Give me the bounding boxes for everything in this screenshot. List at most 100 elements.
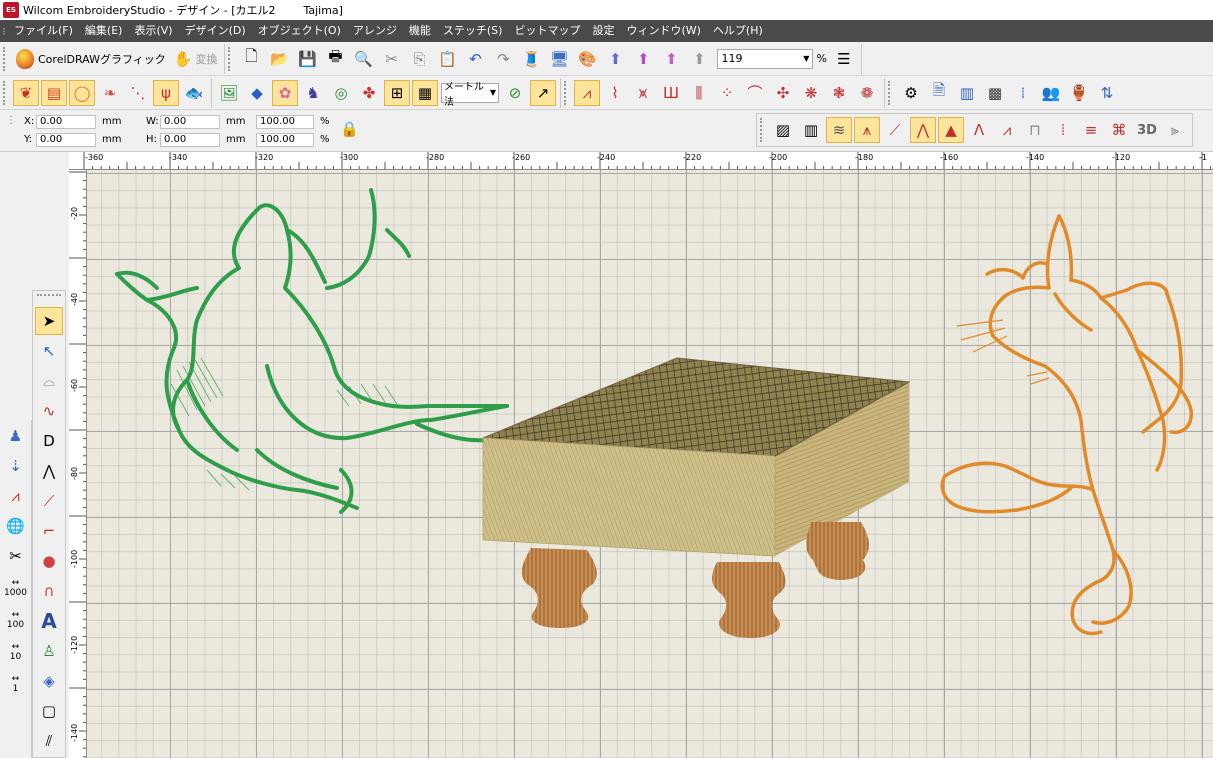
tool-globe-icon[interactable]: 🌐 <box>2 512 30 540</box>
peak-icon[interactable]: Λ <box>966 117 992 143</box>
menu-file[interactable]: ファイル(F) <box>8 20 79 42</box>
notes-icon[interactable]: 🗎 <box>926 80 952 106</box>
node-icon[interactable]: ⋀ <box>35 457 63 485</box>
copy-icon[interactable]: ⎘ <box>406 46 432 72</box>
dots-icon[interactable]: ⁘ <box>714 80 740 106</box>
polyline-icon[interactable]: ⌐ <box>35 517 63 545</box>
cut-icon[interactable]: ✂ <box>378 46 404 72</box>
ring-icon[interactable]: ◎ <box>328 80 354 106</box>
people-icon[interactable]: 👥 <box>1038 80 1064 106</box>
zoom-input[interactable]: 119 ▼ <box>717 48 814 69</box>
send-machine-icon[interactable]: 🖥 <box>546 46 572 72</box>
lines-icon[interactable]: ≡ <box>1078 117 1104 143</box>
rabbit-embroidery[interactable] <box>940 214 1193 636</box>
column-pattern-icon[interactable]: ▥ <box>798 117 824 143</box>
fork-icon[interactable]: ψ <box>153 79 179 106</box>
menu-object[interactable]: オブジェクト(O) <box>252 20 347 42</box>
menu-view[interactable]: 表示(V) <box>128 20 178 42</box>
tool-people-icon[interactable]: ♟ <box>2 422 30 450</box>
select-dropdown-icon[interactable]: ▼ <box>490 88 496 97</box>
colors-icon[interactable]: ✤ <box>356 80 382 106</box>
save-icon[interactable]: 💾 <box>294 46 320 72</box>
reshape-icon[interactable]: ↖ <box>35 337 63 365</box>
satin-icon[interactable]: ⩘ <box>574 79 600 106</box>
auto-trace-icon[interactable]: ↗ <box>530 79 556 106</box>
lettering-icon[interactable]: A <box>35 607 63 635</box>
menu-edit[interactable]: 編集(E) <box>79 20 129 42</box>
redo-icon[interactable]: ↷ <box>490 46 516 72</box>
monogram-icon[interactable]: ◈ <box>35 667 63 695</box>
scale-height-field[interactable]: 100.00 <box>256 133 314 147</box>
open-folder-icon[interactable]: 📂 <box>266 46 292 72</box>
tool-zigzag-icon[interactable]: ⩘ <box>2 482 30 510</box>
arc-tool-icon[interactable]: ⌓ <box>35 367 63 395</box>
color-blocks-icon[interactable]: ▥ <box>954 80 980 106</box>
menu-window[interactable]: ウィンドウ(W) <box>620 20 706 42</box>
team-names-icon[interactable]: ♙ <box>35 637 63 665</box>
color-palette-icon[interactable]: 🎨 <box>574 46 600 72</box>
sequence-icon[interactable]: ⁞ <box>1010 80 1036 106</box>
x-field[interactable]: 0.00 <box>36 115 96 129</box>
new-file-icon[interactable]: 🗋 <box>238 46 264 72</box>
wave-icon[interactable]: ⩙ <box>630 80 656 106</box>
color-film-icon[interactable]: ▩ <box>982 80 1008 106</box>
outline-leaf-icon[interactable]: ◯ <box>69 79 95 106</box>
fill-wave-icon[interactable]: ≋ <box>826 117 852 143</box>
radial-icon[interactable]: ⩚ <box>854 117 880 143</box>
step-100[interactable]: ↔ 100 <box>0 604 31 636</box>
step-1000[interactable]: ↔ 1000 <box>0 572 31 604</box>
pattern-run-icon[interactable]: ⦙ <box>1050 117 1076 143</box>
leaf-shape-icon[interactable]: ❦ <box>13 79 39 106</box>
menu-help[interactable]: ヘルプ(H) <box>707 20 769 42</box>
width-field[interactable]: 0.00 <box>160 115 220 129</box>
zoom-options-icon[interactable]: ☰ <box>831 46 857 72</box>
stitch-player-3-icon[interactable]: ⬆ <box>658 46 684 72</box>
undo-icon[interactable]: ↶ <box>462 46 488 72</box>
cross-icon[interactable]: ✣ <box>770 80 796 106</box>
menu-arrange[interactable]: アレンジ <box>347 20 403 42</box>
curl-icon[interactable]: ❃ <box>826 80 852 106</box>
scale-width-field[interactable]: 100.00 <box>256 115 314 129</box>
step-10[interactable]: ↔ 10 <box>0 636 31 668</box>
stitch-player-4-icon[interactable]: ⬆ <box>686 46 712 72</box>
picture-icon[interactable]: 🖼 <box>216 80 242 106</box>
height-field[interactable]: 0.00 <box>160 133 220 147</box>
frame-icon[interactable]: ▢ <box>35 697 63 725</box>
applique-icon[interactable]: ✿ <box>272 79 298 106</box>
coreldraw-button[interactable]: CorelDRAWグラフィック <box>12 46 170 72</box>
menu-stitch[interactable]: ステッチ(S) <box>437 20 509 42</box>
leaf-texture-icon[interactable]: ❧ <box>97 80 123 106</box>
hatch-icon[interactable]: ⫼ <box>686 80 712 106</box>
measure-icon[interactable]: ⊘ <box>502 80 528 106</box>
zoom-dropdown-icon[interactable]: ▼ <box>803 54 809 63</box>
stitch-player-1-icon[interactable]: ⬆ <box>602 46 628 72</box>
step-1[interactable]: ↔ 1 <box>0 668 31 700</box>
grid-icon[interactable]: ⊞ <box>384 79 410 106</box>
spike-icon[interactable]: ⋀ <box>910 117 936 143</box>
scribble-icon[interactable]: ⌘ <box>1106 117 1132 143</box>
go-board-embroidery[interactable] <box>482 357 911 638</box>
zigzag-icon[interactable]: ⌇ <box>602 80 628 106</box>
freehand-icon[interactable]: ∿ <box>35 397 63 425</box>
frog-embroidery[interactable] <box>115 188 509 514</box>
fill-pattern-icon[interactable]: ▤ <box>41 79 67 106</box>
run-line-icon[interactable]: ⋱ <box>125 80 151 106</box>
design-canvas[interactable] <box>87 170 1213 758</box>
3d-button[interactable]: 3D <box>1134 117 1160 143</box>
figure-icon[interactable]: ♞ <box>300 80 326 106</box>
y-field[interactable]: 0.00 <box>36 133 96 147</box>
comb-icon[interactable]: Ш <box>658 80 684 106</box>
fish-icon[interactable]: 🐟 <box>181 80 207 106</box>
grid-hoop-icon[interactable]: ▦ <box>412 79 438 106</box>
select-arrow-icon[interactable]: ➤ <box>35 307 63 335</box>
stamp-icon[interactable]: 🏺 <box>1066 80 1092 106</box>
scroll-icon[interactable]: ❁ <box>854 80 880 106</box>
manage-designs-icon[interactable]: ⚙ <box>898 80 924 106</box>
line-icon[interactable]: ⟋ <box>35 487 63 515</box>
outline-pattern-icon[interactable]: ▨ <box>770 117 796 143</box>
convert-button[interactable]: ✋ 変換 <box>170 46 222 72</box>
square-wave-icon[interactable]: ⊓ <box>1022 117 1048 143</box>
menu-settings[interactable]: 設定 <box>586 20 620 42</box>
print-icon[interactable]: 🖶 <box>322 46 348 72</box>
tool-scissors-icon[interactable]: ✂ <box>2 542 30 570</box>
